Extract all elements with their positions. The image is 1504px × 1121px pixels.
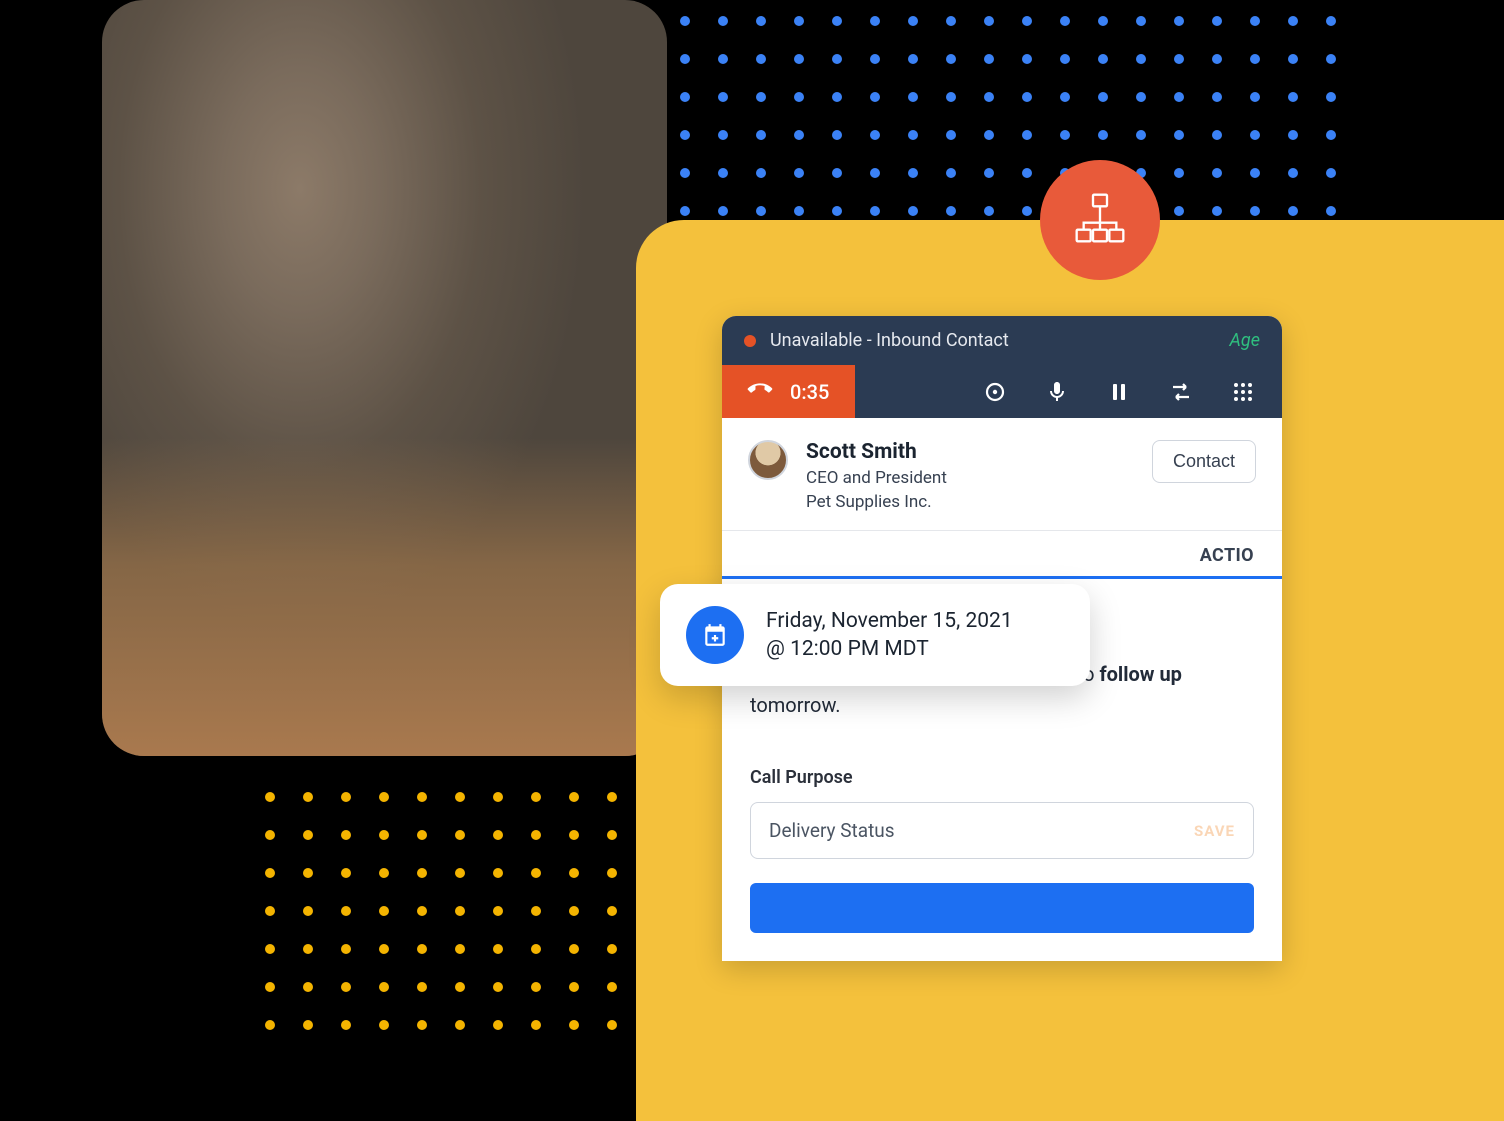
dialpad-button[interactable]	[1230, 379, 1256, 405]
caller-title: CEO and President	[806, 468, 947, 488]
caller-name: Scott Smith	[806, 440, 947, 464]
phone-hangup-icon	[748, 377, 772, 406]
note-post: tomorrow.	[750, 693, 841, 717]
caller-org: Pet Supplies Inc.	[806, 492, 947, 512]
agent-status-text: Unavailable - Inbound Contact	[770, 330, 1216, 351]
schedule-date: Friday, November 15, 2021	[766, 609, 1013, 633]
save-hint: SAVE	[1194, 822, 1235, 840]
contact-button[interactable]: Contact	[1152, 440, 1256, 483]
call-purpose-label: Call Purpose	[750, 767, 1254, 788]
tab-action[interactable]: ACTIO	[1172, 531, 1282, 576]
org-chart-badge[interactable]	[1040, 160, 1160, 280]
record-button[interactable]	[982, 379, 1008, 405]
schedule-time: @ 12:00 PM MDT	[766, 637, 1013, 661]
primary-action-button[interactable]	[750, 883, 1254, 933]
call-controls: 0:35	[722, 365, 1282, 418]
schedule-chip[interactable]: Friday, November 15, 2021 @ 12:00 PM MDT	[660, 584, 1090, 686]
mute-button[interactable]	[1044, 379, 1070, 405]
caller-header: Scott Smith CEO and President Pet Suppli…	[722, 418, 1282, 531]
agent-status-bar: Unavailable - Inbound Contact Age	[722, 316, 1282, 365]
call-purpose-value: Delivery Status	[769, 819, 895, 842]
hold-button[interactable]	[1106, 379, 1132, 405]
call-purpose-select[interactable]: Delivery Status SAVE	[750, 802, 1254, 859]
call-duration: 0:35	[790, 380, 829, 404]
status-indicator-dot	[744, 335, 756, 347]
calendar-add-icon	[686, 606, 744, 664]
agent-status-right: Age	[1230, 330, 1260, 351]
caller-avatar	[748, 440, 788, 480]
hangup-button[interactable]: 0:35	[722, 365, 855, 418]
detail-tabs: ACTIO	[722, 531, 1282, 579]
org-chart-icon	[1072, 190, 1128, 250]
note-bold: follow up	[1099, 662, 1181, 686]
transfer-button[interactable]	[1168, 379, 1194, 405]
hero-photo	[102, 0, 667, 756]
